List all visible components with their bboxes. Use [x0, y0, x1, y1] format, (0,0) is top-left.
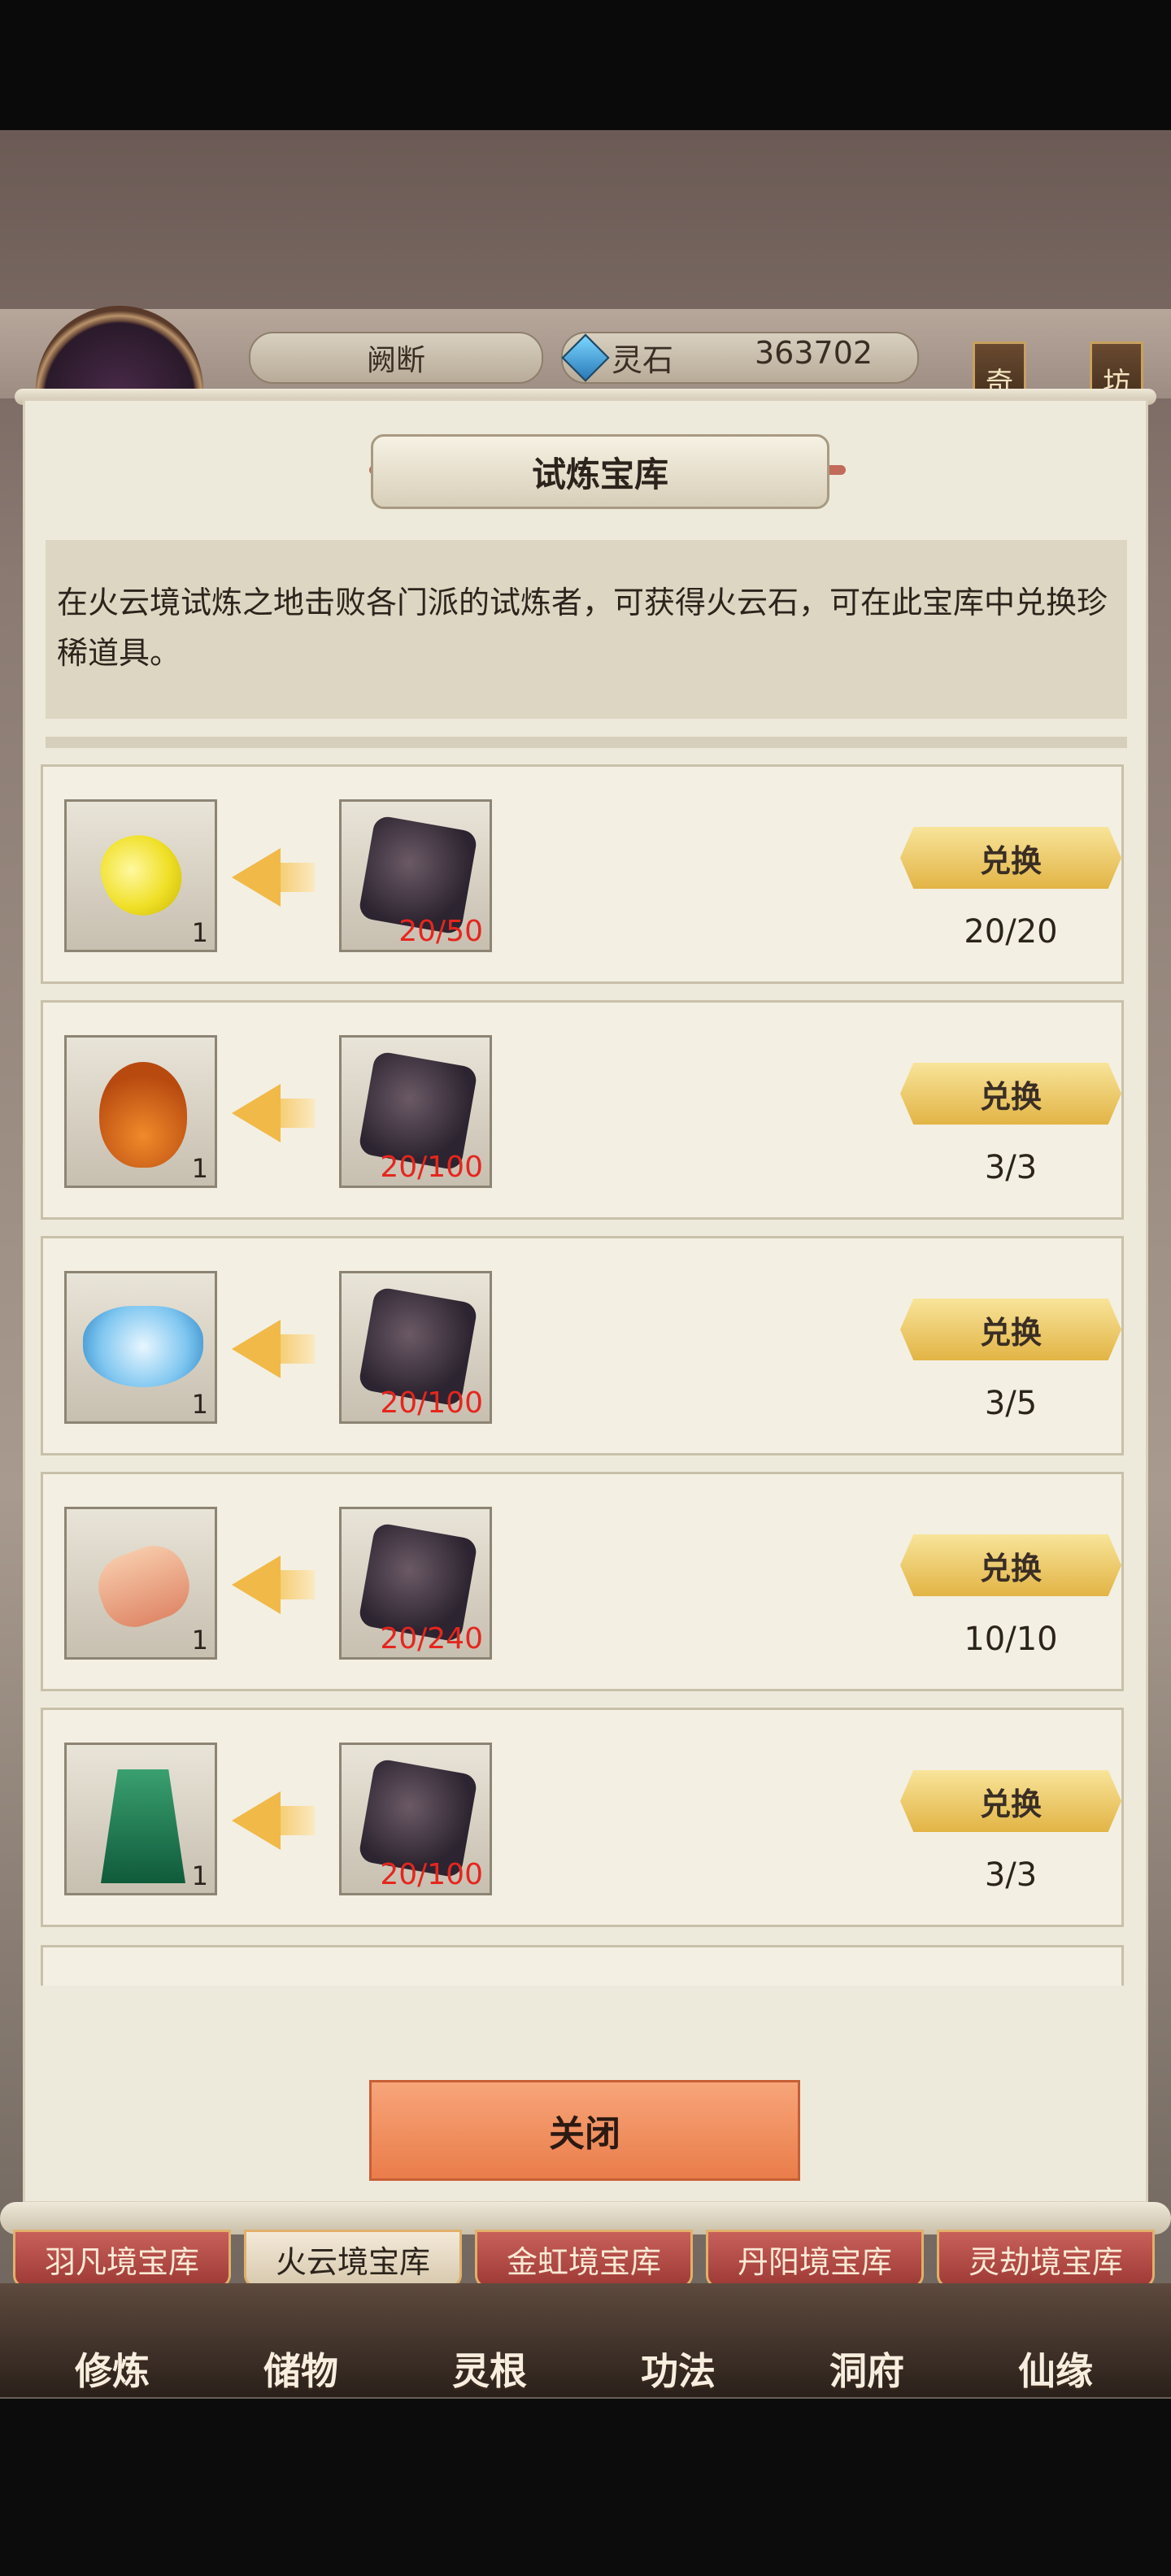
exchange-row: 1 20/240 兑换 10/10 — [41, 1472, 1124, 1691]
exchange-row-partial — [41, 1945, 1124, 1986]
tab-lingjie-treasury[interactable]: 灵劫境宝库 — [937, 2230, 1155, 2288]
arrow-left-icon — [232, 1084, 281, 1142]
exchange-limit: 10/10 — [964, 1621, 1058, 1658]
nav-spirit-root[interactable]: 灵根 — [416, 2342, 563, 2395]
bottom-bar — [0, 2399, 1171, 2576]
tab-danyang-treasury[interactable]: 丹阳境宝库 — [706, 2230, 924, 2288]
arrow-left-icon — [232, 848, 281, 907]
reward-item-slot[interactable]: 1 — [64, 1035, 217, 1188]
cost-progress: 20/100 — [380, 1386, 483, 1420]
reward-count: 1 — [191, 1860, 208, 1891]
divider — [46, 737, 1127, 748]
arrow-tail — [279, 1334, 315, 1364]
cost-progress: 20/100 — [380, 1858, 483, 1891]
exchange-button[interactable]: 兑换 — [900, 827, 1121, 889]
tab-huoyun-treasury[interactable]: 火云境宝库 — [244, 2230, 462, 2288]
exchange-list[interactable]: 1 20/50 兑换 20/20 1 20/100 兑换 3/3 1 20/10… — [41, 756, 1130, 1986]
exchange-button[interactable]: 兑换 — [900, 1534, 1121, 1596]
arrow-tail — [279, 1806, 315, 1835]
exchange-limit: 20/20 — [964, 913, 1058, 951]
exchange-limit: 3/5 — [984, 1385, 1038, 1422]
reward-count: 1 — [191, 1389, 208, 1420]
cost-progress: 20/240 — [380, 1622, 483, 1656]
exchange-row: 1 20/100 兑换 3/5 — [41, 1236, 1124, 1456]
exchange-limit: 3/3 — [984, 1856, 1038, 1894]
yellow-gem-icon — [90, 823, 193, 927]
nav-cave-abode[interactable]: 洞府 — [794, 2342, 940, 2395]
arrow-left-icon — [232, 1320, 281, 1378]
exchange-button[interactable]: 兑换 — [900, 1299, 1121, 1360]
arrow-tail — [279, 863, 315, 892]
currency-value: 363702 — [755, 335, 873, 371]
player-name: 阙断 — [249, 332, 543, 384]
exchange-row: 1 20/50 兑换 20/20 — [41, 764, 1124, 984]
cost-item-slot[interactable]: 20/100 — [339, 1271, 492, 1424]
reward-count: 1 — [191, 1625, 208, 1656]
cost-progress: 20/100 — [380, 1151, 483, 1184]
arrow-tail — [279, 1570, 315, 1599]
cost-item-slot[interactable]: 20/240 — [339, 1507, 492, 1660]
nav-storage[interactable]: 储物 — [228, 2342, 374, 2395]
exchange-row: 1 20/100 兑换 3/3 — [41, 1708, 1124, 1927]
reward-item-slot[interactable]: 1 — [64, 1271, 217, 1424]
gourd-icon — [99, 1062, 187, 1168]
arrow-left-icon — [232, 1791, 281, 1850]
tab-jinhong-treasury[interactable]: 金虹境宝库 — [475, 2230, 693, 2288]
close-button[interactable]: 关闭 — [369, 2080, 800, 2181]
panel-title: 试炼宝库 — [371, 434, 829, 509]
cost-item-slot[interactable]: 20/100 — [339, 1743, 492, 1895]
exchange-limit: 3/3 — [984, 1149, 1038, 1186]
currency-label: 灵石 — [612, 342, 674, 378]
tab-yufan-treasury[interactable]: 羽凡境宝库 — [13, 2230, 231, 2288]
reward-count: 1 — [191, 1153, 208, 1184]
reward-item-slot[interactable]: 1 — [64, 799, 217, 952]
exchange-button[interactable]: 兑换 — [900, 1063, 1121, 1125]
nav-cultivate[interactable]: 修炼 — [39, 2342, 185, 2395]
cost-item-slot[interactable]: 20/100 — [339, 1035, 492, 1188]
reward-count: 1 — [191, 917, 208, 948]
exchange-row: 1 20/100 兑换 3/3 — [41, 1000, 1124, 1220]
cost-progress: 20/50 — [398, 915, 483, 948]
arrow-left-icon — [232, 1556, 281, 1614]
reward-item-slot[interactable]: 1 — [64, 1743, 217, 1895]
spirit-bowl-icon — [83, 1306, 203, 1387]
scroll-icon — [89, 1536, 199, 1637]
description-text: 在火云境试炼之地击败各门派的试炼者，可获得火云石，可在此宝库中兑换珍稀道具。 — [57, 585, 1108, 671]
nav-techniques[interactable]: 功法 — [605, 2342, 751, 2395]
arrow-tail — [279, 1099, 315, 1128]
nav-destiny[interactable]: 仙缘 — [982, 2342, 1129, 2395]
exchange-button[interactable]: 兑换 — [900, 1770, 1121, 1832]
robe-icon — [101, 1769, 185, 1883]
cost-item-slot[interactable]: 20/50 — [339, 799, 492, 952]
reward-item-slot[interactable]: 1 — [64, 1507, 217, 1660]
